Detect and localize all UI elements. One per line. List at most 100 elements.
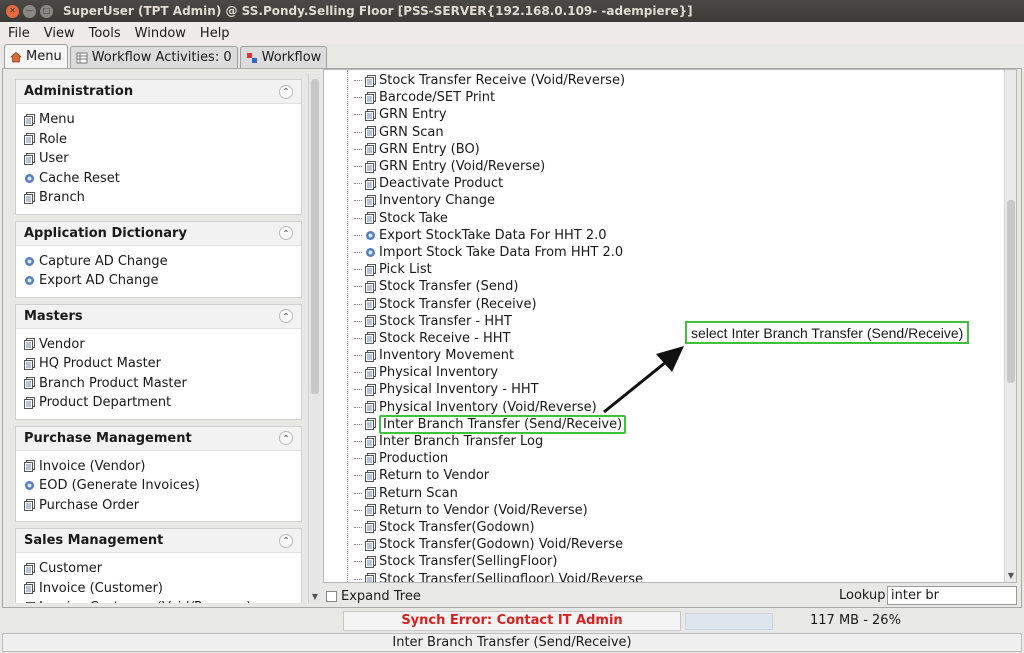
section-item[interactable]: Role <box>24 130 301 150</box>
tree-item[interactable]: Physical Inventory <box>354 364 643 381</box>
section-item[interactable]: Branch Product Master <box>24 374 301 394</box>
tree-item-label: GRN Entry <box>379 107 447 123</box>
tree-item[interactable]: Physical Inventory - HHT <box>354 381 643 398</box>
synch-error-button[interactable]: Synch Error: Contact IT Admin <box>343 611 681 631</box>
tree-item[interactable]: Production <box>354 450 643 467</box>
tree-connector <box>354 441 362 443</box>
section-title: Sales Management <box>24 533 164 548</box>
left-scrollbar-thumb[interactable] <box>311 79 319 394</box>
tree-item[interactable]: Import Stock Take Data From HHT 2.0 <box>354 244 643 261</box>
close-window-button[interactable]: ✕ <box>6 4 19 18</box>
tree-connector <box>354 372 362 374</box>
tree-item[interactable]: Inventory Change <box>354 192 643 209</box>
tree-item[interactable]: Return to Vendor (Void/Reverse) <box>354 502 643 519</box>
tree-item[interactable]: Stock Transfer(Sellingfloor) Void/Revers… <box>354 570 643 582</box>
tree-scrollbar-thumb[interactable] <box>1007 200 1015 383</box>
section-item[interactable]: Invoice Customer (Void/Reverse) <box>24 598 301 603</box>
section-item[interactable]: Invoice (Vendor) <box>24 457 301 477</box>
progress-indicator <box>685 613 773 630</box>
tree-item[interactable]: Stock Transfer - HHT <box>354 313 643 330</box>
menu-sections-panel: Administration ⌃ Menu Role User Cache Reset Br… <box>9 73 308 603</box>
section-item[interactable]: Product Department <box>24 393 301 413</box>
window-icon <box>24 396 35 409</box>
tree-item[interactable]: Inventory Movement <box>354 347 643 364</box>
menu-view[interactable]: View <box>44 26 75 41</box>
menu-window[interactable]: Window <box>135 26 186 41</box>
minimize-window-button[interactable]: — <box>23 4 36 18</box>
tree-item[interactable]: Stock Take <box>354 210 643 227</box>
tree-item-label: Stock Transfer(SellingFloor) <box>379 554 558 570</box>
tab-workflow[interactable]: Workflow <box>239 46 328 68</box>
tree-connector <box>354 509 362 511</box>
tree-item-label: Stock Transfer(Godown) Void/Reverse <box>379 537 624 553</box>
window-icon <box>365 469 376 482</box>
section-header[interactable]: Sales Management ⌃ <box>16 529 301 553</box>
tree-item[interactable]: Stock Transfer (Send) <box>354 278 643 295</box>
menu-tools[interactable]: Tools <box>89 26 121 41</box>
collapse-icon[interactable]: ⌃ <box>279 431 293 445</box>
section-item[interactable]: EOD (Generate Invoices) <box>24 476 301 496</box>
tree-scrollbar[interactable]: ▼ <box>1004 70 1016 582</box>
menu-help[interactable]: Help <box>200 26 230 41</box>
section-item-label: EOD (Generate Invoices) <box>39 478 200 494</box>
section-item[interactable]: User <box>24 149 301 169</box>
section-item[interactable]: Cache Reset <box>24 169 301 189</box>
section-item-label: Vendor <box>39 336 85 352</box>
collapse-icon[interactable]: ⌃ <box>279 84 293 99</box>
collapse-icon[interactable]: ⌃ <box>279 533 293 548</box>
menu-file[interactable]: File <box>8 26 30 41</box>
tree-item[interactable]: GRN Scan <box>354 124 643 141</box>
expand-tree-checkbox[interactable] <box>326 590 337 602</box>
left-scrollbar[interactable]: ▼ <box>308 73 320 603</box>
section-item[interactable]: Purchase Order <box>24 496 301 516</box>
section-item[interactable]: Menu <box>24 110 301 130</box>
section-item[interactable]: Export AD Change <box>24 271 301 291</box>
tree-item[interactable]: Barcode/SET Print <box>354 89 643 106</box>
window-icon <box>365 573 376 582</box>
tree-item[interactable]: Physical Inventory (Void/Reverse) <box>354 399 643 416</box>
window-icon <box>365 263 376 276</box>
tree-item[interactable]: Pick List <box>354 261 643 278</box>
tree-item[interactable]: Inter Branch Transfer (Send/Receive) <box>354 414 643 434</box>
section-header[interactable]: Masters ⌃ <box>16 304 301 329</box>
tree-item[interactable]: Stock Transfer Receive (Void/Reverse) <box>354 72 643 89</box>
tree-item[interactable]: Stock Transfer(SellingFloor) <box>354 553 643 570</box>
section-header[interactable]: Purchase Management ⌃ <box>16 426 301 451</box>
tab-menu[interactable]: Menu <box>4 44 68 68</box>
tab-menu-label: Menu <box>26 49 62 64</box>
section-header[interactable]: Administration ⌃ <box>16 80 301 104</box>
tree-connector <box>354 423 362 425</box>
maximize-window-button[interactable]: □ <box>40 4 53 18</box>
tree-item[interactable]: Stock Transfer (Receive) <box>354 295 643 312</box>
tree-item[interactable]: GRN Entry <box>354 106 643 123</box>
tree-connector <box>354 578 362 580</box>
tree-scroll-down-icon[interactable]: ▼ <box>1005 570 1016 582</box>
scroll-down-icon[interactable]: ▼ <box>309 591 321 603</box>
tree-item[interactable]: Stock Transfer(Godown) <box>354 519 643 536</box>
section-item-label: Branch Product Master <box>39 375 187 391</box>
tree-item[interactable]: Export StockTake Data For HHT 2.0 <box>354 227 643 244</box>
tree-item[interactable]: Deactivate Product <box>354 175 643 192</box>
tree-item[interactable]: Return Scan <box>354 485 643 502</box>
section-item[interactable]: Vendor <box>24 335 301 355</box>
tree-item[interactable]: Inter Branch Transfer Log <box>354 433 643 450</box>
lookup-label: Lookup <box>839 588 886 603</box>
tree-item[interactable]: GRN Entry (BO) <box>354 141 643 158</box>
section-header[interactable]: Application Dictionary ⌃ <box>16 221 301 246</box>
tree-item[interactable]: Stock Transfer(Godown) Void/Reverse <box>354 536 643 553</box>
section-item[interactable]: Customer <box>24 559 301 579</box>
section-item[interactable]: Branch <box>24 188 301 208</box>
section-item[interactable]: Capture AD Change <box>24 252 301 272</box>
section-item[interactable]: Invoice (Customer) <box>24 579 301 599</box>
section-item[interactable]: HQ Product Master <box>24 354 301 374</box>
window-icon <box>365 349 376 362</box>
tab-workflow-activities-label: Workflow Activities: 0 <box>91 50 232 65</box>
tree-item[interactable]: GRN Entry (Void/Reverse) <box>354 158 643 175</box>
tree-item[interactable]: Stock Receive - HHT <box>354 330 643 347</box>
collapse-icon[interactable]: ⌃ <box>279 226 293 240</box>
menu-section: Administration ⌃ Menu Role User Cache Reset Br… <box>15 79 302 215</box>
tree-item[interactable]: Return to Vendor <box>354 467 643 484</box>
tab-workflow-activities[interactable]: Workflow Activities: 0 <box>69 46 238 68</box>
lookup-input[interactable] <box>887 586 1017 605</box>
collapse-icon[interactable]: ⌃ <box>279 309 293 323</box>
